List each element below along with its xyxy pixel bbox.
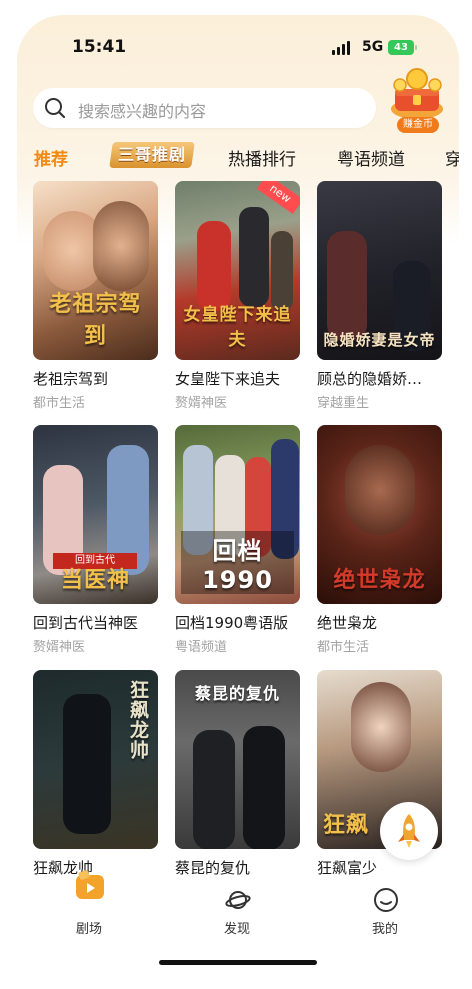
drama-title: 狂飙富少 — [317, 859, 378, 877]
back-to-top-button[interactable] — [380, 802, 438, 860]
drama-title: 蔡昆的复仇 — [175, 859, 251, 877]
drama-poster[interactable]: 隐婚娇妻是女帝 — [317, 181, 442, 360]
tab-recommend[interactable]: 推荐 — [34, 145, 68, 170]
drama-title: 老祖宗驾到 — [33, 370, 109, 388]
tab-sange-picks-label: 三哥推剧 — [117, 145, 186, 164]
nav-discover-label: 发现 — [223, 922, 250, 937]
battery-level: 43 — [394, 42, 408, 53]
earn-coins-button[interactable]: 赚金币 — [378, 65, 456, 135]
tab-cantonese[interactable]: 粤语频道 — [337, 145, 405, 170]
poster-title: 当医神 — [60, 568, 130, 593]
battery-icon: 43 — [388, 40, 417, 55]
drama-title: 顾总的隐婚娇… — [317, 370, 423, 388]
tab-sange-picks[interactable]: 三哥推剧 — [109, 142, 195, 168]
network-type: 5G — [362, 39, 384, 55]
drama-poster[interactable]: 老祖宗驾到 — [33, 181, 158, 360]
drama-card[interactable]: new 女皇陛下来追夫 女皇陛下来追夫 赘婿神医 — [175, 181, 300, 411]
drama-card[interactable]: 回到古代 当医神 回到古代当神医 赘婿神医 — [33, 425, 158, 655]
status-time: 15:41 — [72, 37, 127, 57]
poster-title: 女皇陛下来追夫 — [183, 305, 292, 350]
nav-theater-label: 剧场 — [75, 922, 102, 937]
drama-poster[interactable]: new 女皇陛下来追夫 — [175, 181, 300, 360]
drama-genre-tag: 穿越重生 — [317, 396, 370, 411]
nav-profile-label: 我的 — [371, 922, 398, 937]
drama-poster[interactable]: 绝世枭龙 — [317, 425, 442, 604]
tab-time-travel[interactable]: 穿 — [445, 145, 459, 170]
drama-poster[interactable]: 回档1990 — [175, 425, 300, 604]
drama-poster[interactable]: 狂飙龙帅 — [33, 670, 158, 849]
drama-poster[interactable]: 回到古代 当医神 — [33, 425, 158, 604]
earn-coins-label: 赚金币 — [397, 117, 439, 133]
drama-title: 回档1990粤语版 — [175, 614, 289, 632]
drama-title: 女皇陛下来追夫 — [175, 370, 281, 388]
drama-card[interactable]: 蔡昆的复仇 蔡昆的复仇 — [175, 670, 300, 881]
drama-card[interactable]: 老祖宗驾到 老祖宗驾到 都市生活 — [33, 181, 158, 411]
drama-title: 绝世枭龙 — [317, 614, 378, 632]
drama-genre-tag: 都市生活 — [33, 396, 86, 411]
drama-card[interactable]: 绝世枭龙 绝世枭龙 都市生活 — [317, 425, 442, 655]
search-bar[interactable]: 搜索感兴趣的内容 — [33, 88, 376, 128]
drama-title: 回到古代当神医 — [33, 614, 139, 632]
category-tabs: 推荐 三哥推剧 热播排行 粤语频道 穿 — [17, 137, 459, 173]
drama-card[interactable]: 隐婚娇妻是女帝 顾总的隐婚娇… 穿越重生 — [317, 181, 442, 411]
drama-card[interactable]: 回档1990 回档1990粤语版 粤语频道 — [175, 425, 300, 655]
search-placeholder: 搜索感兴趣的内容 — [78, 102, 207, 121]
poster-title: 隐婚娇妻是女帝 — [323, 331, 436, 349]
drama-genre-tag: 赘婿神医 — [33, 640, 86, 655]
drama-genre-tag: 粤语频道 — [175, 640, 228, 655]
theater-icon — [76, 870, 104, 899]
drama-genre-tag: 赘婿神医 — [175, 396, 228, 411]
poster-title: 绝世枭龙 — [333, 568, 426, 593]
poster-title: 老祖宗驾到 — [49, 292, 142, 349]
tab-hot-ranking[interactable]: 热播排行 — [228, 145, 296, 170]
home-indicator — [159, 960, 317, 965]
drama-poster[interactable]: 蔡昆的复仇 — [175, 670, 300, 849]
gold-coin-treasure-icon — [391, 68, 443, 119]
app-screen: 15:41 5G 43 搜索感兴趣的内容 赚金币 推荐 三哥推剧 热播排行 粤语… — [17, 15, 459, 973]
rocket-icon — [398, 814, 420, 848]
poster-title: 回档1990 — [181, 531, 294, 594]
drama-genre-tag: 都市生活 — [317, 640, 370, 655]
drama-card[interactable]: 狂飙龙帅 狂飙龙帅 — [33, 670, 158, 881]
search-icon — [45, 98, 66, 119]
poster-title: 蔡昆的复仇 — [194, 684, 280, 703]
planet-icon — [225, 891, 251, 909]
profile-icon — [374, 888, 398, 912]
signal-icon — [332, 41, 354, 55]
poster-title: 狂飙龙帅 — [127, 680, 149, 760]
